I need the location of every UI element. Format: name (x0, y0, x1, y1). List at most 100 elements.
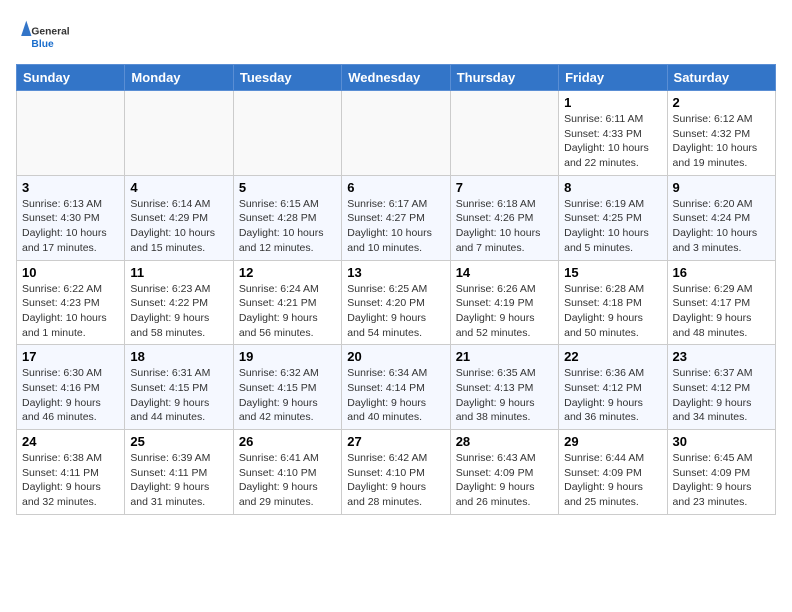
day-number: 28 (456, 434, 553, 449)
day-number: 15 (564, 265, 661, 280)
weekday-header: Thursday (450, 65, 558, 91)
calendar-cell: 8 Sunrise: 6:19 AM Sunset: 4:25 PM Daylig… (559, 175, 667, 260)
weekday-header: Saturday (667, 65, 775, 91)
calendar-cell: 18 Sunrise: 6:31 AM Sunset: 4:15 PM Dayli… (125, 345, 233, 430)
day-number: 11 (130, 265, 227, 280)
calendar-cell: 19 Sunrise: 6:32 AM Sunset: 4:15 PM Dayli… (233, 345, 341, 430)
calendar-cell (125, 91, 233, 176)
calendar-cell: 20 Sunrise: 6:34 AM Sunset: 4:14 PM Dayli… (342, 345, 450, 430)
calendar-week-row: 10 Sunrise: 6:22 AM Sunset: 4:23 PM Dayli… (17, 260, 776, 345)
day-number: 8 (564, 180, 661, 195)
day-info: Sunrise: 6:15 AM Sunset: 4:28 PM Dayligh… (239, 197, 336, 256)
day-number: 3 (22, 180, 119, 195)
day-number: 20 (347, 349, 444, 364)
day-number: 27 (347, 434, 444, 449)
day-info: Sunrise: 6:23 AM Sunset: 4:22 PM Dayligh… (130, 282, 227, 341)
calendar-cell: 16 Sunrise: 6:29 AM Sunset: 4:17 PM Dayli… (667, 260, 775, 345)
calendar-cell: 1Sunrise: 6:11 AM Sunset: 4:33 PM Daylig… (559, 91, 667, 176)
day-number: 21 (456, 349, 553, 364)
day-number: 1 (564, 95, 661, 110)
calendar-cell: 23 Sunrise: 6:37 AM Sunset: 4:12 PM Dayli… (667, 345, 775, 430)
day-info: Sunrise: 6:30 AM Sunset: 4:16 PM Dayligh… (22, 366, 119, 425)
day-number: 5 (239, 180, 336, 195)
calendar-cell: 2Sunrise: 6:12 AM Sunset: 4:32 PM Daylig… (667, 91, 775, 176)
weekday-header: Friday (559, 65, 667, 91)
calendar-cell: 25 Sunrise: 6:39 AM Sunset: 4:11 PM Dayli… (125, 430, 233, 515)
calendar-cell (450, 91, 558, 176)
calendar-cell: 3 Sunrise: 6:13 AM Sunset: 4:30 PM Daylig… (17, 175, 125, 260)
logo-svg: General Blue (16, 16, 76, 56)
day-info: Sunrise: 6:22 AM Sunset: 4:23 PM Dayligh… (22, 282, 119, 341)
day-info: Sunrise: 6:24 AM Sunset: 4:21 PM Dayligh… (239, 282, 336, 341)
calendar-cell: 15 Sunrise: 6:28 AM Sunset: 4:18 PM Dayli… (559, 260, 667, 345)
calendar-week-row: 3 Sunrise: 6:13 AM Sunset: 4:30 PM Daylig… (17, 175, 776, 260)
calendar-cell: 24 Sunrise: 6:38 AM Sunset: 4:11 PM Dayli… (17, 430, 125, 515)
calendar-cell: 21 Sunrise: 6:35 AM Sunset: 4:13 PM Dayli… (450, 345, 558, 430)
calendar-cell: 17 Sunrise: 6:30 AM Sunset: 4:16 PM Dayli… (17, 345, 125, 430)
day-number: 17 (22, 349, 119, 364)
calendar-cell: 14 Sunrise: 6:26 AM Sunset: 4:19 PM Dayli… (450, 260, 558, 345)
day-number: 6 (347, 180, 444, 195)
calendar-cell: 13Sunrise: 6:25 AM Sunset: 4:20 PM Dayli… (342, 260, 450, 345)
calendar-cell: 26Sunrise: 6:41 AM Sunset: 4:10 PM Dayli… (233, 430, 341, 515)
day-number: 19 (239, 349, 336, 364)
calendar-cell (342, 91, 450, 176)
day-number: 23 (673, 349, 770, 364)
calendar-table: SundayMondayTuesdayWednesdayThursdayFrid… (16, 64, 776, 515)
logo: General Blue (16, 16, 76, 56)
day-info: Sunrise: 6:44 AM Sunset: 4:09 PM Dayligh… (564, 451, 661, 510)
calendar-cell: 9Sunrise: 6:20 AM Sunset: 4:24 PM Daylig… (667, 175, 775, 260)
page-header: General Blue (16, 16, 776, 56)
calendar-cell: 5 Sunrise: 6:15 AM Sunset: 4:28 PM Daylig… (233, 175, 341, 260)
calendar-cell: 29 Sunrise: 6:44 AM Sunset: 4:09 PM Dayli… (559, 430, 667, 515)
day-info: Sunrise: 6:37 AM Sunset: 4:12 PM Dayligh… (673, 366, 770, 425)
day-info: Sunrise: 6:12 AM Sunset: 4:32 PM Dayligh… (673, 112, 770, 171)
calendar-cell (17, 91, 125, 176)
day-info: Sunrise: 6:39 AM Sunset: 4:11 PM Dayligh… (130, 451, 227, 510)
day-number: 24 (22, 434, 119, 449)
day-info: Sunrise: 6:36 AM Sunset: 4:12 PM Dayligh… (564, 366, 661, 425)
svg-text:General: General (31, 26, 69, 37)
day-number: 7 (456, 180, 553, 195)
weekday-header: Wednesday (342, 65, 450, 91)
day-info: Sunrise: 6:38 AM Sunset: 4:11 PM Dayligh… (22, 451, 119, 510)
day-info: Sunrise: 6:29 AM Sunset: 4:17 PM Dayligh… (673, 282, 770, 341)
day-info: Sunrise: 6:19 AM Sunset: 4:25 PM Dayligh… (564, 197, 661, 256)
calendar-week-row: 1Sunrise: 6:11 AM Sunset: 4:33 PM Daylig… (17, 91, 776, 176)
calendar-header-row: SundayMondayTuesdayWednesdayThursdayFrid… (17, 65, 776, 91)
day-number: 14 (456, 265, 553, 280)
weekday-header: Sunday (17, 65, 125, 91)
calendar-week-row: 17 Sunrise: 6:30 AM Sunset: 4:16 PM Dayli… (17, 345, 776, 430)
calendar-cell: 12Sunrise: 6:24 AM Sunset: 4:21 PM Dayli… (233, 260, 341, 345)
day-info: Sunrise: 6:26 AM Sunset: 4:19 PM Dayligh… (456, 282, 553, 341)
day-info: Sunrise: 6:35 AM Sunset: 4:13 PM Dayligh… (456, 366, 553, 425)
day-info: Sunrise: 6:14 AM Sunset: 4:29 PM Dayligh… (130, 197, 227, 256)
day-info: Sunrise: 6:13 AM Sunset: 4:30 PM Dayligh… (22, 197, 119, 256)
day-number: 10 (22, 265, 119, 280)
day-number: 18 (130, 349, 227, 364)
svg-text:Blue: Blue (31, 39, 54, 50)
weekday-header: Tuesday (233, 65, 341, 91)
day-info: Sunrise: 6:43 AM Sunset: 4:09 PM Dayligh… (456, 451, 553, 510)
calendar-cell: 22Sunrise: 6:36 AM Sunset: 4:12 PM Dayli… (559, 345, 667, 430)
day-number: 16 (673, 265, 770, 280)
day-number: 26 (239, 434, 336, 449)
day-number: 25 (130, 434, 227, 449)
day-info: Sunrise: 6:28 AM Sunset: 4:18 PM Dayligh… (564, 282, 661, 341)
calendar-week-row: 24 Sunrise: 6:38 AM Sunset: 4:11 PM Dayli… (17, 430, 776, 515)
calendar-cell: 4Sunrise: 6:14 AM Sunset: 4:29 PM Daylig… (125, 175, 233, 260)
day-info: Sunrise: 6:31 AM Sunset: 4:15 PM Dayligh… (130, 366, 227, 425)
day-number: 29 (564, 434, 661, 449)
day-info: Sunrise: 6:34 AM Sunset: 4:14 PM Dayligh… (347, 366, 444, 425)
day-info: Sunrise: 6:18 AM Sunset: 4:26 PM Dayligh… (456, 197, 553, 256)
day-info: Sunrise: 6:17 AM Sunset: 4:27 PM Dayligh… (347, 197, 444, 256)
calendar-cell: 28 Sunrise: 6:43 AM Sunset: 4:09 PM Dayli… (450, 430, 558, 515)
day-info: Sunrise: 6:45 AM Sunset: 4:09 PM Dayligh… (673, 451, 770, 510)
day-number: 13 (347, 265, 444, 280)
day-info: Sunrise: 6:20 AM Sunset: 4:24 PM Dayligh… (673, 197, 770, 256)
weekday-header: Monday (125, 65, 233, 91)
day-number: 30 (673, 434, 770, 449)
calendar-cell: 30 Sunrise: 6:45 AM Sunset: 4:09 PM Dayli… (667, 430, 775, 515)
day-info: Sunrise: 6:32 AM Sunset: 4:15 PM Dayligh… (239, 366, 336, 425)
calendar-cell: 10 Sunrise: 6:22 AM Sunset: 4:23 PM Dayli… (17, 260, 125, 345)
